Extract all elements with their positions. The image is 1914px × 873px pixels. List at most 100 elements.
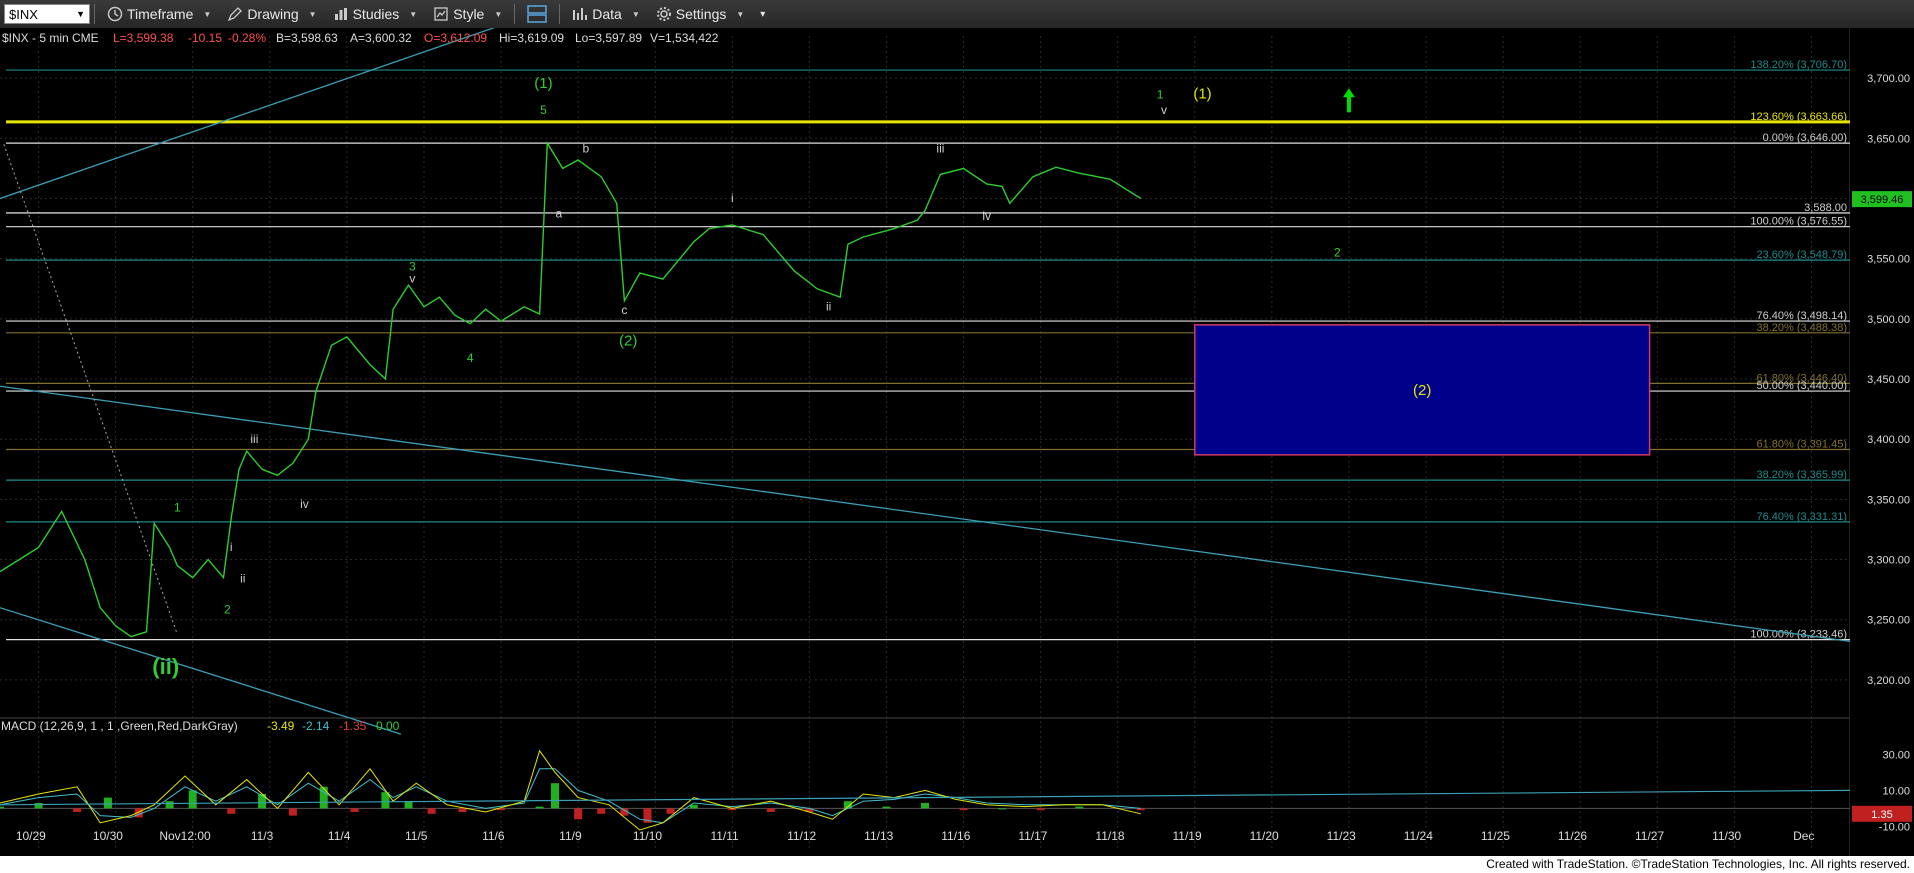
price-change-pct: -0.28%	[228, 31, 266, 45]
chevron-down-icon[interactable]: ▼	[76, 9, 85, 19]
date-tick-label: 11/26	[1558, 829, 1587, 843]
wave-label: i	[230, 540, 233, 554]
drawing-button[interactable]: Drawing ▼	[219, 0, 324, 28]
wave-label: (2)	[619, 332, 637, 349]
symbol-value: $INX	[9, 6, 38, 22]
drawing-label: Drawing	[247, 6, 299, 22]
date-tick-label: 11/12	[787, 829, 816, 843]
layout-icon	[527, 5, 548, 23]
level-label: 138.20% (3,706.70)	[1750, 59, 1847, 71]
price-chart[interactable]: 138.20% (3,706.70) 123.60% (3,663.66) 0.00…	[0, 28, 1914, 856]
price-tick-label: 3,500.00	[1867, 314, 1910, 326]
level-label: 61.80% (3,391.45)	[1756, 438, 1847, 450]
low-price: Lo=3,597.89	[575, 31, 642, 45]
timeframe-button[interactable]: Timeframe ▼	[99, 0, 219, 28]
price-tick-label: 3,550.00	[1867, 254, 1910, 266]
date-tick-label: 11/25	[1481, 829, 1510, 843]
date-tick-label: 11/23	[1327, 829, 1356, 843]
macd-value: -2.14	[302, 719, 330, 733]
volume: V=1,534,422	[650, 31, 719, 45]
wave-label: 5	[540, 103, 547, 117]
level-label: 38.20% (3,365.99)	[1756, 469, 1847, 481]
macd-histogram-bar	[574, 808, 583, 820]
chevron-down-icon: ▼	[631, 9, 640, 19]
date-tick-label: 11/9	[559, 829, 582, 843]
date-tick-label: 10/30	[93, 829, 123, 843]
wave-label: i	[731, 191, 734, 205]
macd-tick-label: -10.00	[1879, 821, 1910, 833]
studies-button[interactable]: Studies ▼	[325, 0, 426, 28]
wave-label: ii	[826, 299, 831, 313]
wave-label: (1)	[534, 75, 552, 92]
level-label: 76.40% (3,331.31)	[1756, 511, 1847, 523]
style-label: Style	[453, 6, 485, 22]
macd-histogram-bar	[766, 808, 775, 812]
layout-button[interactable]	[519, 0, 555, 28]
gear-icon	[656, 7, 671, 21]
toolbar-more-button[interactable]: ▾	[752, 0, 773, 28]
date-tick-label: 11/3	[251, 829, 274, 843]
price-tick-label: 3,400.00	[1867, 434, 1910, 446]
date-tick-label: 10/29	[16, 829, 46, 843]
wave-label: 1	[174, 500, 181, 514]
macd-histogram-bar	[404, 801, 413, 809]
chevron-down-icon: ▼	[308, 9, 317, 19]
date-tick-label: 11/11	[710, 829, 739, 843]
date-tick-label: Nov12:00	[159, 829, 211, 843]
symbol-input[interactable]: $INX ▼	[4, 4, 90, 24]
date-tick-label: 11/17	[1018, 829, 1047, 843]
wave-label: iii	[250, 432, 258, 446]
settings-button[interactable]: Settings ▼	[648, 0, 753, 28]
level-label: 3,588.00	[1804, 202, 1847, 214]
macd-current-label: 1.35	[1871, 809, 1892, 821]
clock-icon	[107, 6, 123, 22]
toolbar-divider	[559, 4, 561, 24]
wave-label: b	[582, 142, 589, 156]
last-price: L=3,599.38	[113, 31, 174, 45]
wave-label: iii	[936, 142, 944, 156]
macd-value: -3.49	[267, 719, 295, 733]
current-price-label: 3,599.46	[1861, 194, 1904, 206]
macd-histogram-bar	[535, 806, 544, 809]
studies-label: Studies	[352, 6, 400, 22]
macd-histogram-bar	[103, 797, 112, 809]
date-tick-label: 11/19	[1173, 829, 1202, 843]
high-price: Hi=3,619.09	[499, 31, 564, 45]
data-button[interactable]: Data ▼	[564, 0, 648, 28]
timeframe-label: Timeframe	[127, 6, 194, 22]
date-tick-label: 11/20	[1250, 829, 1279, 843]
data-icon	[573, 8, 588, 20]
macd-histogram-bar	[188, 790, 197, 809]
macd-histogram-bar	[34, 803, 43, 809]
style-icon	[434, 7, 448, 21]
level-label: 100.00% (3,576.55)	[1750, 216, 1847, 228]
macd-histogram-bar	[551, 783, 559, 809]
macd-histogram-bar	[1136, 808, 1145, 811]
wave-label: v	[409, 272, 415, 286]
chevron-down-icon: ▼	[203, 9, 212, 19]
macd-value: -1.35	[339, 719, 367, 733]
macd-histogram-bar	[1075, 806, 1084, 809]
wave-label: c	[621, 303, 627, 317]
chevron-down-icon: ▼	[409, 9, 418, 19]
date-tick-label: 11/5	[405, 829, 428, 843]
wave-label: iv	[300, 497, 309, 511]
price-tick-label: 3,250.00	[1867, 615, 1910, 627]
date-tick-label: 11/27	[1635, 829, 1664, 843]
macd-histogram-bar	[427, 808, 436, 814]
symbol-info: $INX - 5 min CME	[2, 31, 99, 45]
wave-label: 2	[224, 603, 231, 617]
wave-label: a	[556, 207, 563, 221]
macd-label: MACD (12,26,9, 1 , 1 ,Green,Red,DarkGray…	[1, 719, 238, 733]
macd-header: MACD (12,26,9, 1 , 1 ,Green,Red,DarkGray…	[1, 719, 400, 733]
ask-price: A=3,600.32	[350, 31, 412, 45]
price-tick-label: 3,700.00	[1867, 73, 1910, 85]
open-price: O=3,612.09	[424, 31, 487, 45]
date-tick-label: 11/13	[864, 829, 893, 843]
macd-tick-label: 10.00	[1882, 785, 1910, 797]
target-box-label: (2)	[1413, 382, 1431, 399]
level-label: 123.60% (3,663.66)	[1750, 111, 1847, 123]
macd-histogram-bar	[1036, 808, 1045, 811]
macd-tick-label: 30.00	[1882, 749, 1910, 761]
style-button[interactable]: Style ▼	[425, 0, 510, 28]
